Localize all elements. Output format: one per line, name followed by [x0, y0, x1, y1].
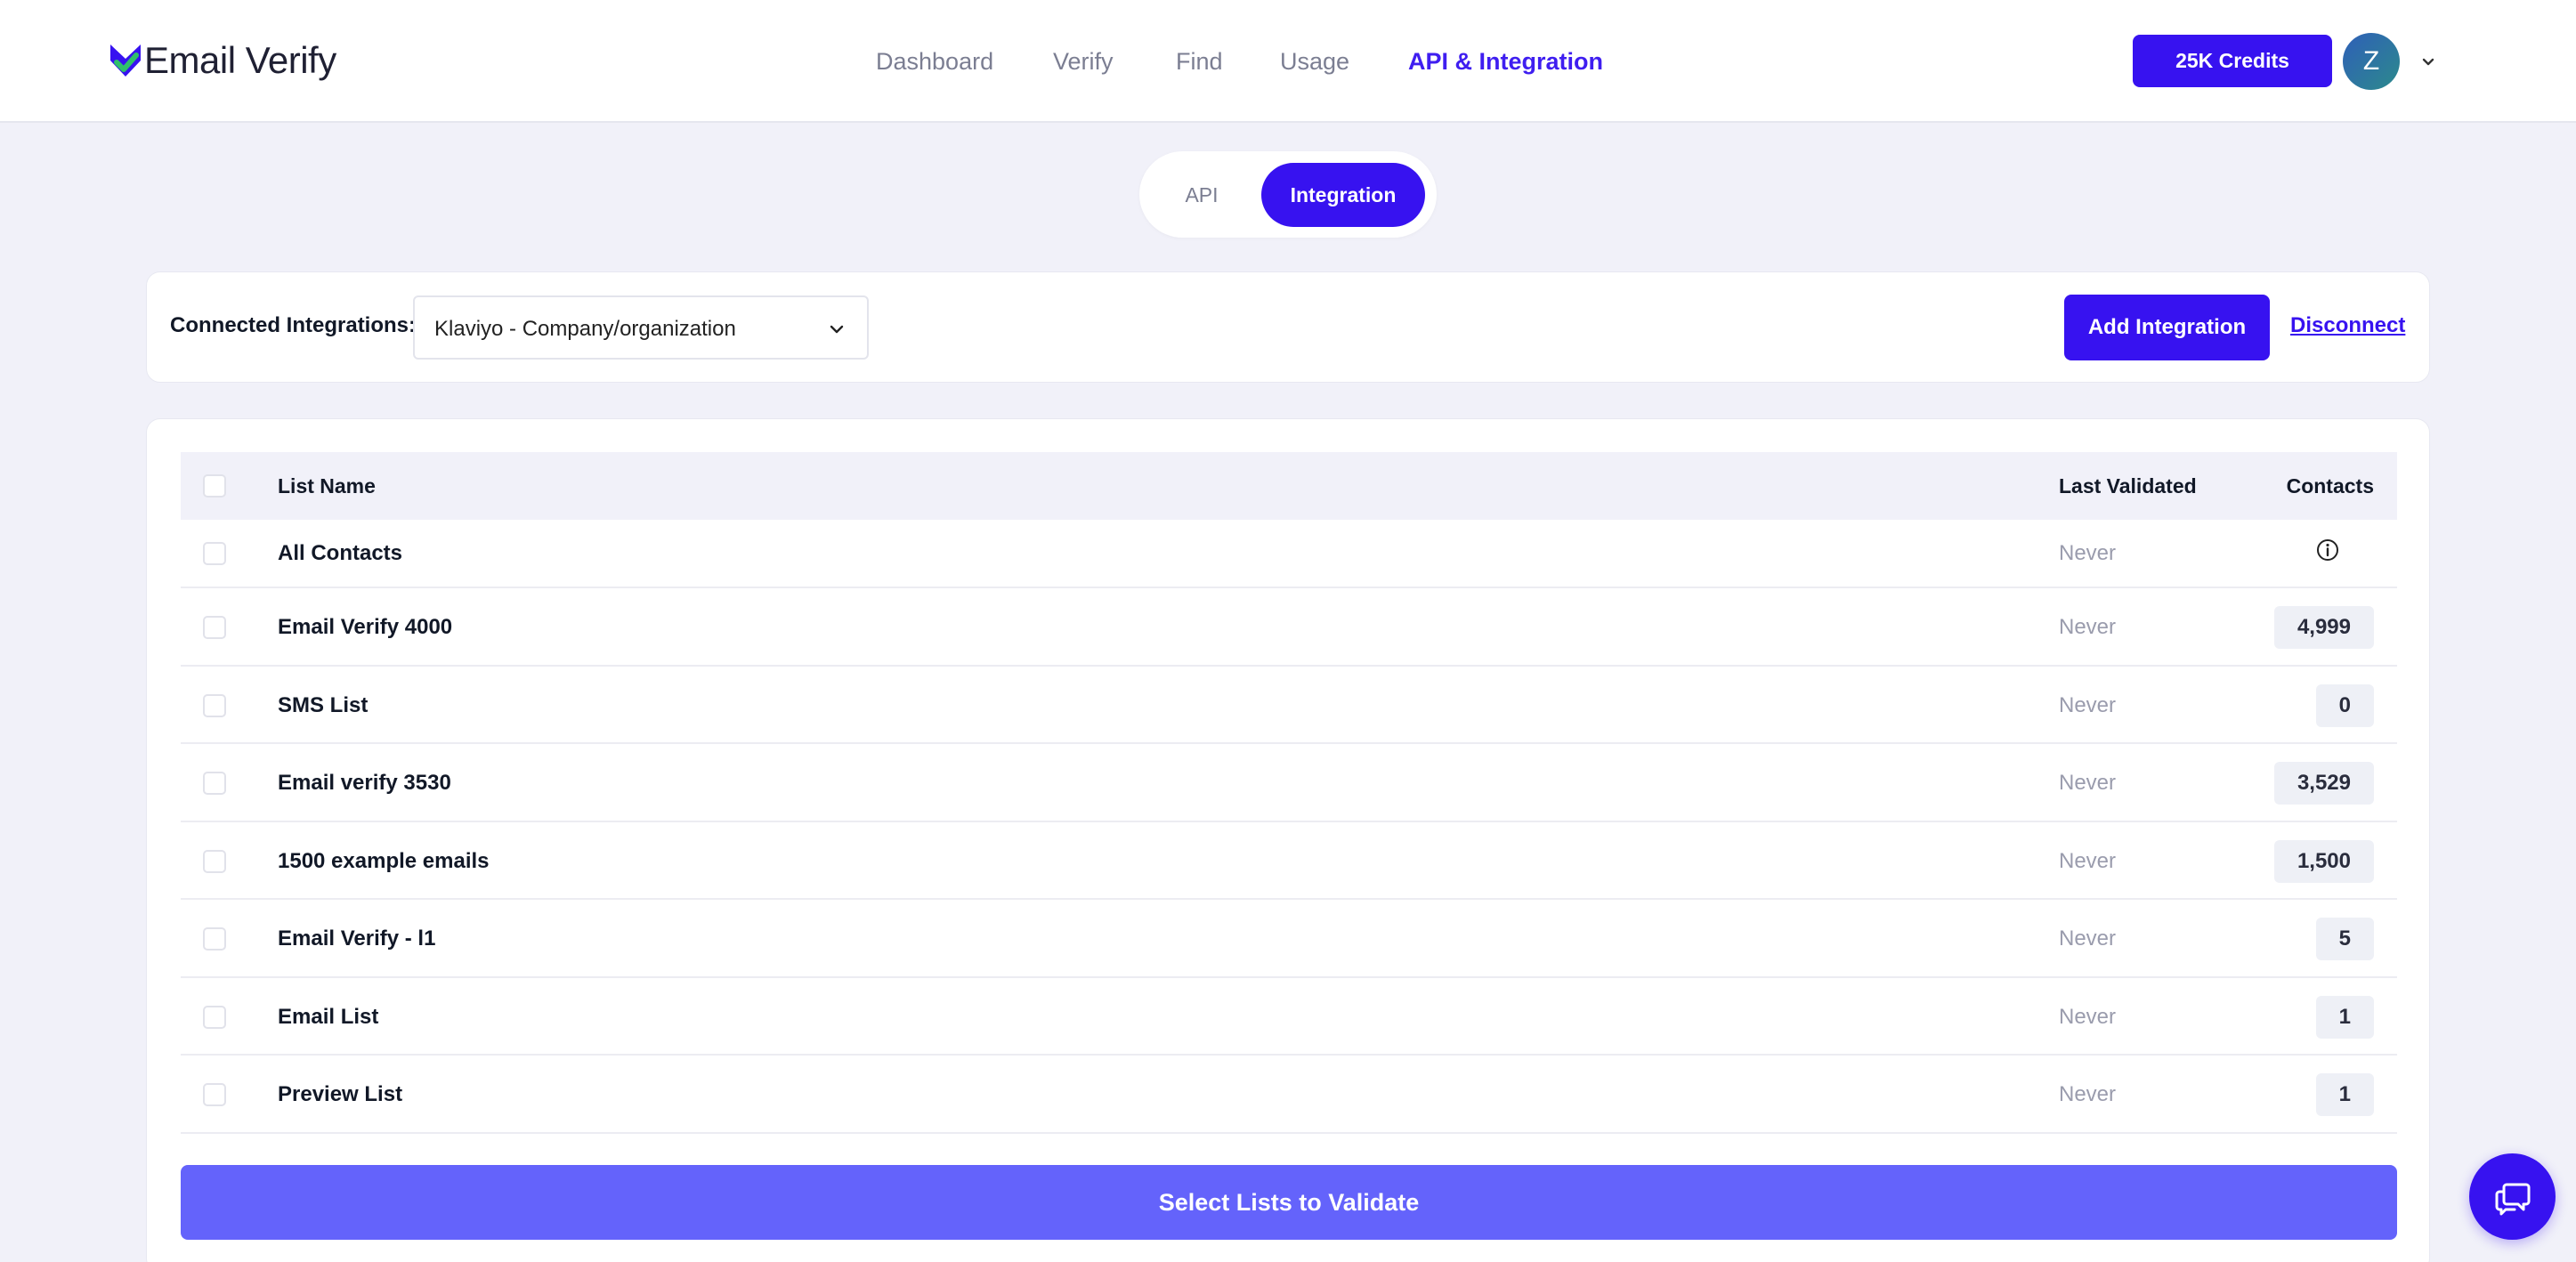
- contacts-count: 1: [2315, 996, 2374, 1039]
- contacts-count: 1: [2315, 1073, 2374, 1116]
- list-name: All Contacts: [278, 541, 403, 565]
- last-validated: Never: [2059, 771, 2117, 795]
- last-validated: Never: [2059, 1005, 2117, 1029]
- last-validated: Never: [2059, 1082, 2117, 1106]
- select-lists-to-validate-button[interactable]: Select Lists to Validate: [181, 1165, 2397, 1240]
- credits-button[interactable]: 25K Credits: [2133, 35, 2332, 87]
- list-name: Email verify 3530: [278, 771, 451, 795]
- chevron-down-icon[interactable]: [2418, 52, 2439, 73]
- tab-integration[interactable]: Integration: [1261, 163, 1425, 227]
- column-header-last-validated: Last Validated: [2059, 474, 2197, 498]
- table-row[interactable]: Email List Never 1: [181, 978, 2397, 1056]
- last-validated: Never: [2059, 693, 2117, 717]
- last-validated: Never: [2059, 615, 2117, 639]
- table-row[interactable]: SMS List Never 0: [181, 667, 2397, 744]
- integration-select[interactable]: Klaviyo - Company/organization: [413, 295, 869, 360]
- list-name: Email List: [278, 1005, 379, 1029]
- contacts-count: 1,500: [2273, 840, 2374, 883]
- chevron-down-icon: [830, 325, 844, 334]
- table-row[interactable]: 1500 example emails Never 1,500: [181, 822, 2397, 900]
- row-checkbox[interactable]: [203, 542, 226, 565]
- list-name: SMS List: [278, 693, 369, 717]
- row-checkbox[interactable]: [203, 1006, 226, 1029]
- nav-api-integration[interactable]: API & Integration: [1408, 39, 1603, 84]
- table-row[interactable]: All Contacts Never: [181, 520, 2397, 588]
- chat-button[interactable]: [2469, 1153, 2556, 1240]
- lists-table-card: List Name Last Validated Contacts All Co…: [146, 418, 2430, 1262]
- integration-select-value: Klaviyo - Company/organization: [434, 317, 736, 341]
- row-checkbox[interactable]: [203, 850, 226, 873]
- table-header: List Name Last Validated Contacts: [181, 452, 2397, 520]
- select-all-checkbox[interactable]: [203, 474, 226, 498]
- nav-verify[interactable]: Verify: [1053, 39, 1114, 84]
- contacts-count: 0: [2315, 684, 2374, 727]
- disconnect-link[interactable]: Disconnect: [2290, 313, 2405, 338]
- list-name: Email Verify - l1: [278, 926, 436, 951]
- list-name: 1500 example emails: [278, 849, 490, 873]
- nav-usage[interactable]: Usage: [1280, 39, 1349, 84]
- row-checkbox[interactable]: [203, 694, 226, 717]
- contacts-count: 3,529: [2273, 762, 2374, 805]
- info-icon[interactable]: [2315, 538, 2340, 562]
- contacts-count: 5: [2315, 918, 2374, 960]
- nav-dashboard[interactable]: Dashboard: [876, 39, 993, 84]
- row-checkbox[interactable]: [203, 616, 226, 639]
- top-navigation-bar: Email Verify Dashboard Verify Find Usage…: [0, 0, 2576, 123]
- row-checkbox[interactable]: [203, 772, 226, 795]
- connected-integrations-label: Connected Integrations:: [170, 313, 417, 337]
- table-row[interactable]: Email verify 3530 Never 3,529: [181, 744, 2397, 822]
- last-validated: Never: [2059, 541, 2117, 565]
- table-row[interactable]: Email Verify - l1 Never 5: [181, 900, 2397, 978]
- column-header-list-name: List Name: [278, 474, 376, 498]
- last-validated: Never: [2059, 926, 2117, 951]
- row-checkbox[interactable]: [203, 1083, 226, 1106]
- row-checkbox[interactable]: [203, 927, 226, 951]
- nav-find[interactable]: Find: [1176, 39, 1223, 84]
- column-header-contacts: Contacts: [2286, 474, 2374, 498]
- api-integration-tabs: API Integration: [1139, 151, 1437, 238]
- list-name: Email Verify 4000: [278, 615, 453, 639]
- table-row[interactable]: Email Verify 4000 Never 4,999: [181, 588, 2397, 667]
- chat-bubble-icon: [2495, 1183, 2530, 1215]
- avatar[interactable]: Z: [2343, 33, 2400, 90]
- last-validated: Never: [2059, 849, 2117, 873]
- integration-bar: Connected Integrations: Klaviyo - Compan…: [146, 271, 2430, 383]
- add-integration-button[interactable]: Add Integration: [2064, 295, 2270, 360]
- table-row[interactable]: Preview List Never 1: [181, 1056, 2397, 1134]
- tab-api[interactable]: API: [1150, 163, 1253, 227]
- contacts-count: 4,999: [2273, 606, 2374, 649]
- list-name: Preview List: [278, 1082, 403, 1106]
